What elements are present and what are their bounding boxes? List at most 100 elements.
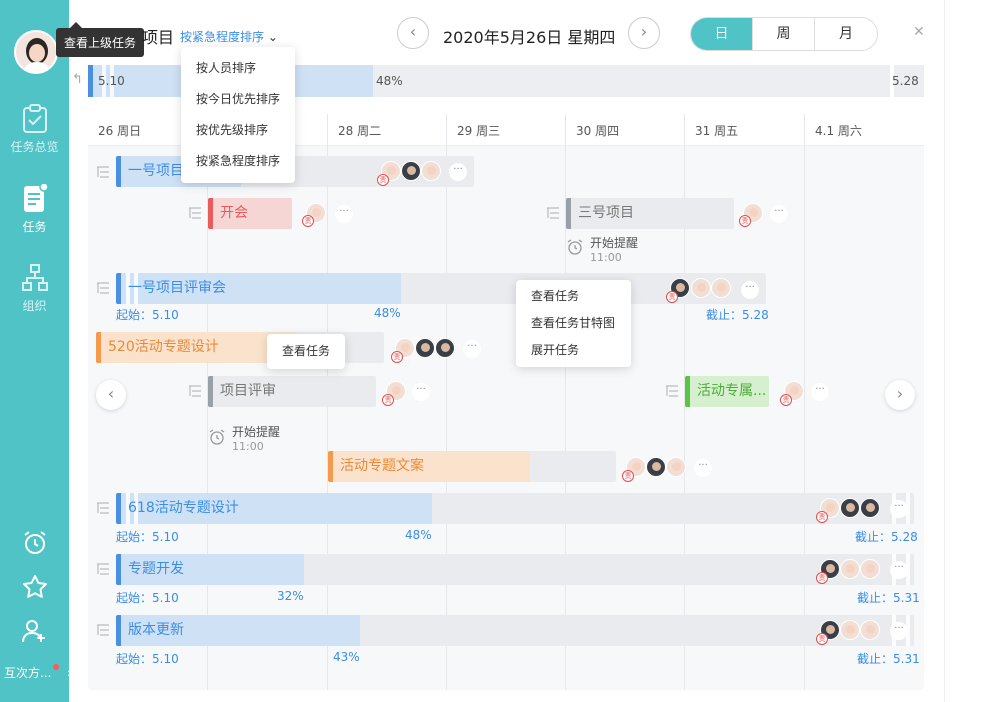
task-name: 一号项目评审会	[128, 280, 226, 296]
close-icon[interactable]: ✕	[913, 24, 925, 40]
reminder-label: 开始提醒	[590, 236, 639, 250]
task-name: 520活动专题设计	[108, 339, 219, 355]
task-name: 一号项目	[128, 163, 184, 179]
more-options-button[interactable]: ···	[463, 340, 481, 358]
reminder: 开始提醒 11:00	[590, 236, 638, 265]
task-percent: 43%	[333, 650, 360, 664]
more-options-button[interactable]: ···	[412, 383, 430, 401]
chevron-right-icon: ›	[67, 666, 72, 680]
responsible-badge: 责	[302, 215, 314, 227]
sort-option-today-first[interactable]: 按今日优先排序	[181, 84, 295, 115]
sort-menu: 按人员排序 按今日优先排序 按优先级排序 按紧急程度排序	[181, 47, 295, 183]
more-options-button[interactable]: ···	[449, 163, 467, 181]
task-bar[interactable]: 活动专属...	[685, 376, 769, 407]
task-name: 618活动专题设计	[128, 500, 239, 516]
task-bar[interactable]: 项目评审	[208, 376, 376, 407]
task-percent: 48%	[405, 528, 432, 542]
subtask-tree-icon	[547, 207, 559, 219]
avatar	[666, 457, 686, 477]
subtask-tree-icon	[189, 385, 201, 397]
task-bar[interactable]: 三号项目	[566, 198, 734, 229]
chevron-left-icon: ‹	[107, 384, 115, 403]
day-header: 29 周三	[457, 124, 501, 138]
sidebar-item-tasks[interactable]: 任务	[0, 184, 69, 235]
more-options-button[interactable]: ···	[335, 205, 353, 223]
sort-option-by-person[interactable]: 按人员排序	[181, 53, 295, 84]
overview-percent: 48%	[376, 74, 403, 88]
more-options-button[interactable]: ···	[770, 205, 788, 223]
notification-dot	[53, 664, 60, 670]
task-bar[interactable]: 版本更新	[116, 615, 914, 646]
task-start: 起始：5.10	[116, 652, 179, 666]
reminder-time: 11:00	[590, 251, 622, 264]
workspace-name: 互次方...	[4, 666, 52, 680]
task-bar[interactable]: 开会	[208, 198, 292, 229]
chevron-right-icon: ›	[896, 384, 904, 403]
overview-start: 5.10	[98, 74, 125, 88]
current-date: 2020年5月26日 星期四	[443, 28, 616, 47]
avatar	[415, 338, 435, 358]
avatar	[840, 620, 860, 640]
avatar	[860, 620, 880, 640]
responsible-badge: 责	[816, 572, 828, 584]
view-task-item[interactable]: 查看任务	[267, 336, 345, 367]
view-day-button[interactable]: 日	[691, 18, 753, 50]
responsible-badge: 责	[622, 470, 634, 482]
task-name: 活动专题文案	[340, 458, 424, 474]
task-name: 开会	[220, 205, 248, 221]
sidebar-item-label: 组织	[22, 299, 47, 313]
sort-label: 按紧急程度排序	[180, 30, 265, 44]
avatar	[691, 278, 711, 298]
avatar	[646, 457, 666, 477]
next-day-button[interactable]: ›	[628, 17, 660, 49]
context-menu: 查看任务	[267, 334, 345, 369]
responsible-badge: 责	[780, 394, 792, 406]
view-task-item[interactable]: 查看任务	[516, 283, 631, 310]
more-options-button[interactable]: ···	[811, 383, 829, 401]
subtask-tree-icon	[97, 563, 109, 575]
chevron-right-icon: ›	[640, 22, 648, 41]
workspace-switcher[interactable]: 互次方... ›	[4, 664, 72, 681]
sidebar-item-favorites[interactable]	[0, 574, 69, 604]
more-options-button[interactable]: ···	[694, 459, 712, 477]
responsible-badge: 责	[739, 215, 751, 227]
back-arrow-icon[interactable]: ↰	[72, 72, 83, 87]
add-user-icon	[21, 620, 45, 643]
sort-option-by-urgency[interactable]: 按紧急程度排序	[181, 146, 295, 177]
panel-divider	[944, 0, 945, 702]
task-name: 专题开发	[128, 561, 184, 577]
scroll-right-button[interactable]: ›	[885, 380, 915, 410]
view-week-button[interactable]: 周	[753, 18, 815, 50]
task-name: 活动专属...	[697, 383, 767, 399]
more-options-button[interactable]: ···	[741, 281, 759, 299]
responsible-badge: 责	[377, 174, 389, 186]
sidebar-item-add-member[interactable]	[0, 618, 69, 648]
more-options-button[interactable]: ···	[890, 561, 908, 579]
prev-day-button[interactable]: ‹	[397, 17, 429, 49]
alarm-clock-icon	[567, 239, 583, 255]
sidebar-item-overview[interactable]: 任务总览	[0, 104, 69, 155]
task-list-icon	[23, 184, 49, 212]
sort-option-by-priority[interactable]: 按优先级排序	[181, 115, 295, 146]
overview-end: 5.28	[892, 74, 919, 88]
context-menu: 查看任务 查看任务甘特图 展开任务	[516, 280, 631, 367]
expand-task-item[interactable]: 展开任务	[516, 337, 631, 364]
sidebar-item-org[interactable]: 组织	[0, 263, 69, 314]
sidebar-item-reminder[interactable]	[0, 530, 69, 560]
task-bar[interactable]: 618活动专题设计	[116, 493, 914, 524]
responsible-badge: 责	[816, 511, 828, 523]
view-gantt-item[interactable]: 查看任务甘特图	[516, 310, 631, 337]
subtask-tree-icon	[97, 502, 109, 514]
subtask-tree-icon	[97, 282, 109, 294]
view-month-button[interactable]: 月	[815, 18, 877, 50]
day-header: 4.1 周六	[815, 124, 862, 138]
scroll-left-button[interactable]: ‹	[96, 380, 126, 410]
user-avatar[interactable]	[14, 30, 58, 74]
sort-dropdown[interactable]: 按紧急程度排序 ⌄	[180, 28, 278, 45]
task-bar[interactable]: 活动专题文案	[328, 451, 616, 482]
task-bar[interactable]: 专题开发	[116, 554, 914, 585]
task-percent: 32%	[277, 589, 304, 603]
more-options-button[interactable]: ···	[890, 622, 908, 640]
org-chart-icon	[21, 264, 48, 291]
more-options-button[interactable]: ···	[890, 500, 908, 518]
